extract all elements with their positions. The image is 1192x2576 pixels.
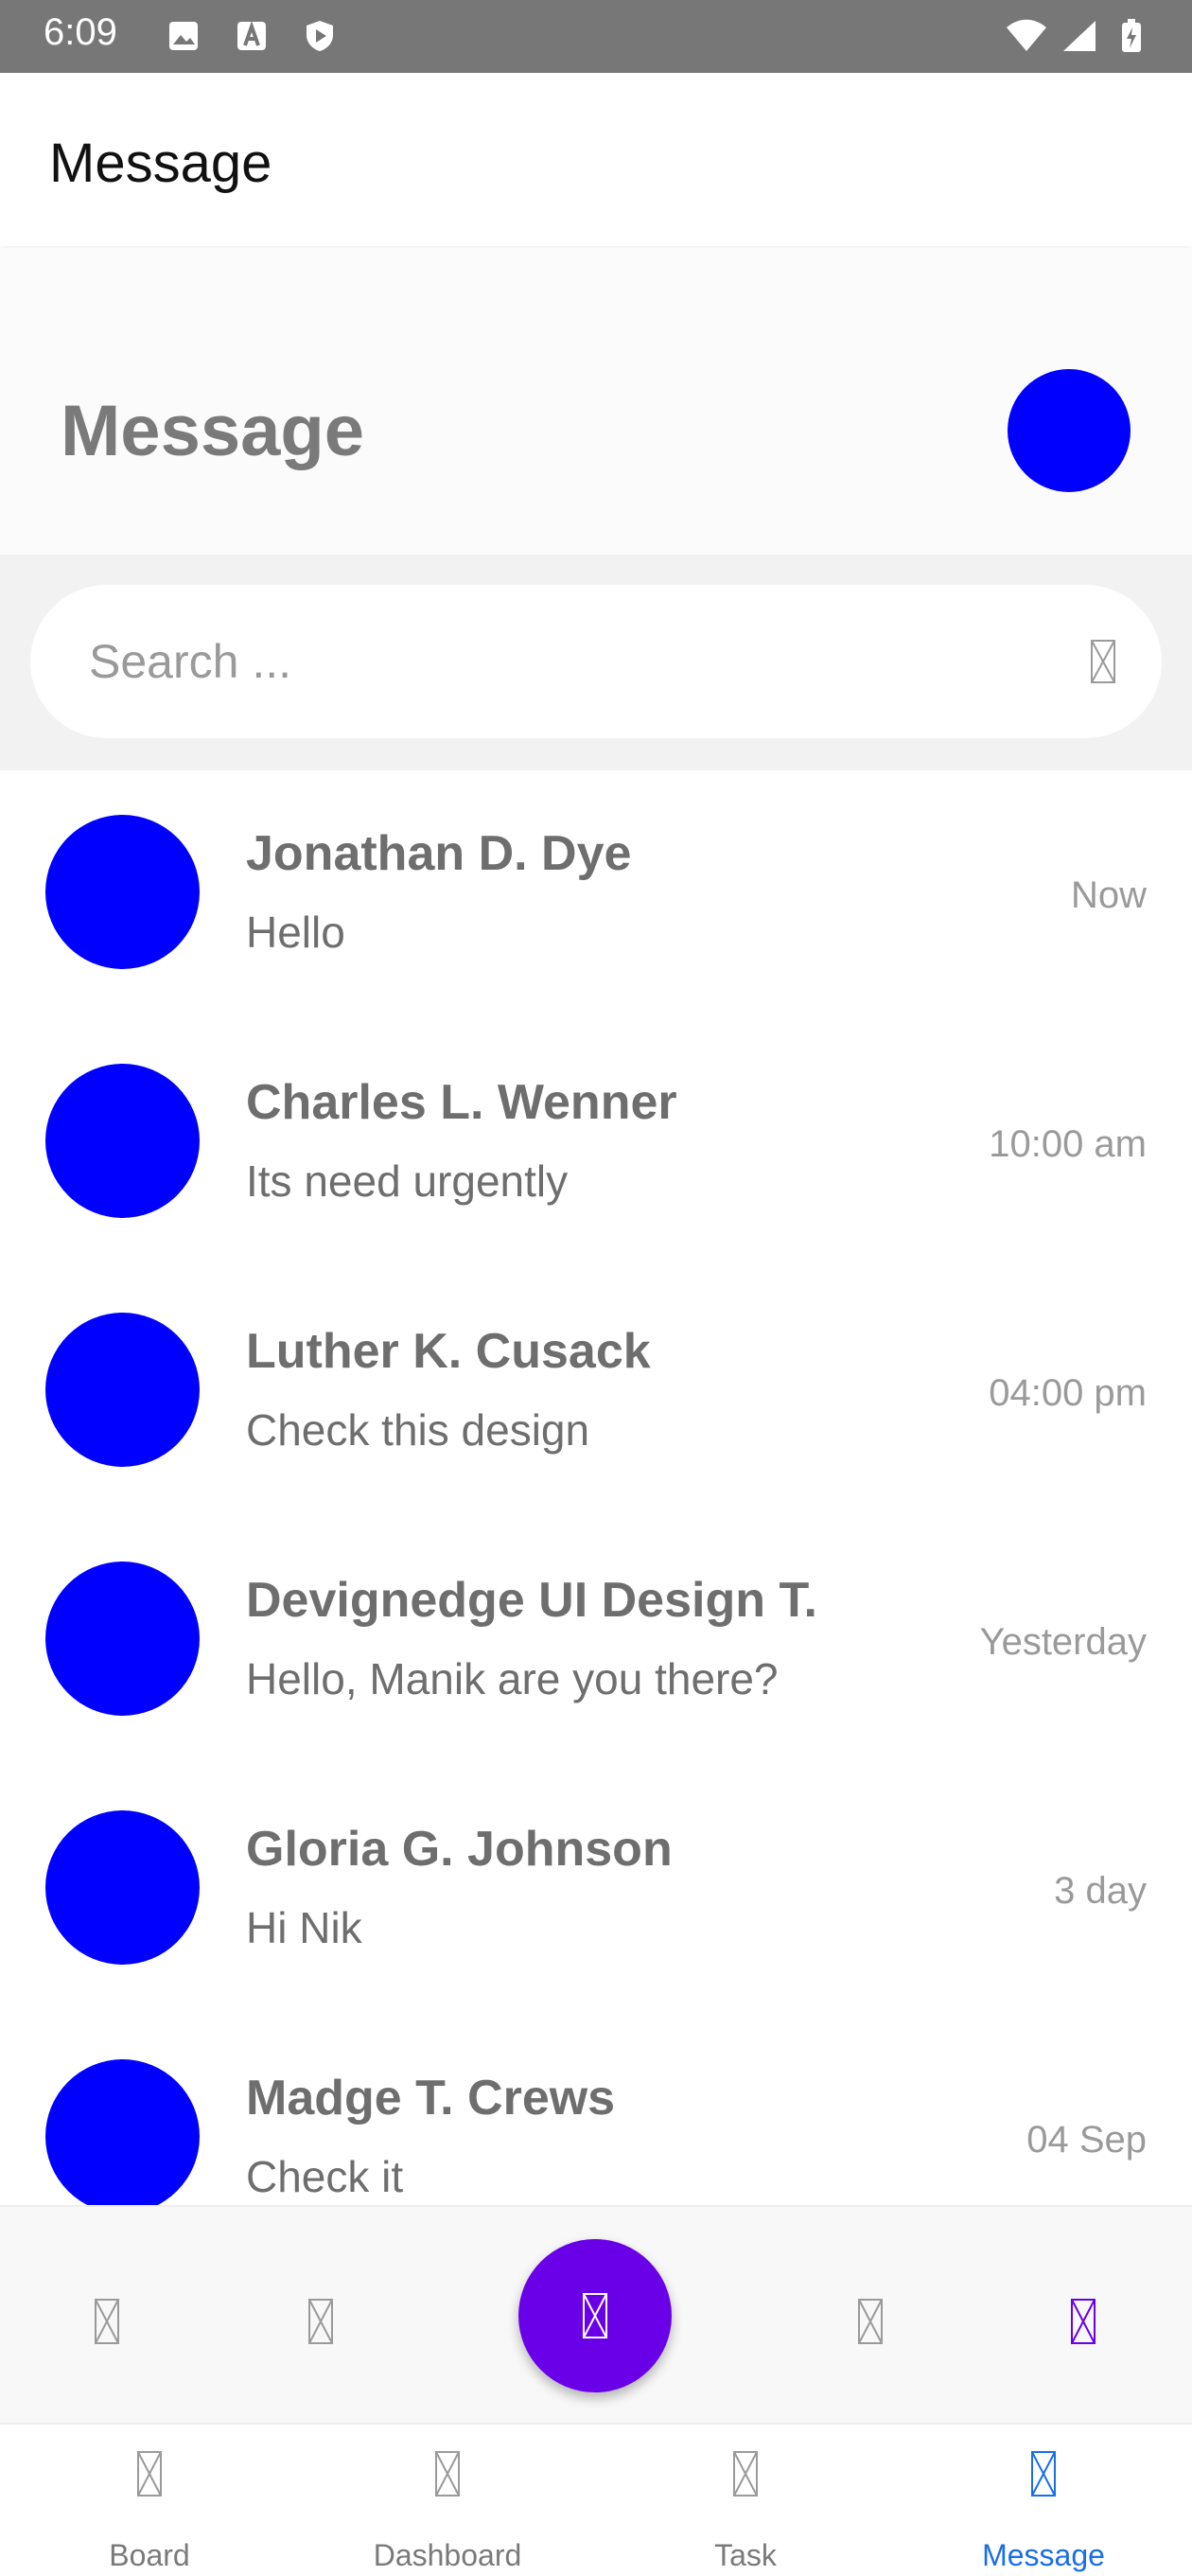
message-row[interactable]: Madge T. Crews Check it 04 Sep [0, 2015, 1192, 2205]
tab-board[interactable]: Board [45, 2423, 254, 2574]
home-icon[interactable] [95, 2299, 119, 2344]
app-bar-title: Message [49, 132, 272, 195]
text-a-icon [235, 19, 269, 53]
contact-name: Madge T. Crews [246, 2070, 615, 2126]
image-icon [167, 19, 201, 53]
wifi-icon [1005, 19, 1048, 53]
message-time: 3 day [1054, 1870, 1147, 1913]
profile-avatar[interactable] [1008, 369, 1131, 492]
battery-charging-icon [1120, 19, 1143, 53]
status-time: 6:09 [44, 11, 117, 54]
message-icon [1031, 2451, 1056, 2497]
message-preview: Its need urgently [246, 1156, 568, 1207]
search-area: Search ... [0, 555, 1192, 770]
message-time: 04 Sep [1026, 2119, 1147, 2161]
message-preview: Hello [246, 907, 345, 958]
search-placeholder: Search ... [89, 634, 291, 689]
folder-icon[interactable] [308, 2299, 333, 2344]
add-button[interactable] [518, 2239, 672, 2392]
tab-task[interactable]: Task [641, 2423, 850, 2574]
contact-name: Luther K. Cusack [246, 1323, 651, 1380]
app-bar: Message [0, 73, 1192, 246]
chat-icon[interactable] [1071, 2299, 1096, 2344]
message-time: Yesterday [980, 1621, 1147, 1664]
message-row[interactable]: Luther K. Cusack Check this design 04:00… [0, 1268, 1192, 1519]
task-icon [733, 2451, 758, 2497]
avatar [45, 1064, 200, 1218]
message-list: Jonathan D. Dye Hello Now Charles L. Wen… [0, 770, 1192, 2205]
message-time: 04:00 pm [989, 1372, 1147, 1415]
add-icon [583, 2293, 607, 2338]
search-icon[interactable] [1090, 639, 1116, 684]
tab-dashboard[interactable]: Dashboard [343, 2423, 552, 2574]
calendar-icon[interactable] [858, 2299, 883, 2344]
tab-label: Board [45, 2538, 254, 2573]
message-preview: Check it [246, 2151, 403, 2202]
dashboard-icon [435, 2451, 460, 2497]
message-time: Now [1071, 874, 1147, 917]
avatar [45, 1810, 200, 1965]
message-preview: Check this design [246, 1404, 589, 1456]
signal-icon [1060, 19, 1097, 53]
avatar [45, 1561, 200, 1716]
search-input[interactable]: Search ... [30, 585, 1162, 738]
page-title: Message [61, 390, 364, 472]
tab-label: Task [641, 2538, 850, 2573]
shield-play-icon [303, 19, 337, 53]
avatar [45, 815, 200, 969]
contact-name: Jonathan D. Dye [246, 825, 631, 882]
message-row[interactable]: Gloria G. Johnson Hi Nik 3 day [0, 1766, 1192, 2017]
board-icon [137, 2451, 162, 2497]
message-preview: Hello, Manik are you there? [246, 1653, 779, 1704]
message-row[interactable]: Devignedge UI Design T. Hello, Manik are… [0, 1517, 1192, 1768]
message-time: 10:00 am [989, 1123, 1147, 1166]
tab-label: Dashboard [343, 2538, 552, 2573]
contact-name: Gloria G. Johnson [246, 1821, 673, 1878]
avatar [45, 1313, 200, 1467]
contact-name: Devignedge UI Design T. [246, 1572, 817, 1629]
avatar [45, 2059, 200, 2205]
contact-name: Charles L. Wenner [246, 1074, 677, 1131]
message-row[interactable]: Jonathan D. Dye Hello Now [0, 770, 1192, 1021]
message-preview: Hi Nik [246, 1902, 362, 1953]
status-bar: 6:09 [0, 0, 1192, 73]
message-row[interactable]: Charles L. Wenner Its need urgently 10:0… [0, 1019, 1192, 1270]
tab-message[interactable]: Message [939, 2423, 1148, 2574]
message-header: Message [0, 248, 1192, 555]
tab-label: Message [939, 2538, 1148, 2573]
